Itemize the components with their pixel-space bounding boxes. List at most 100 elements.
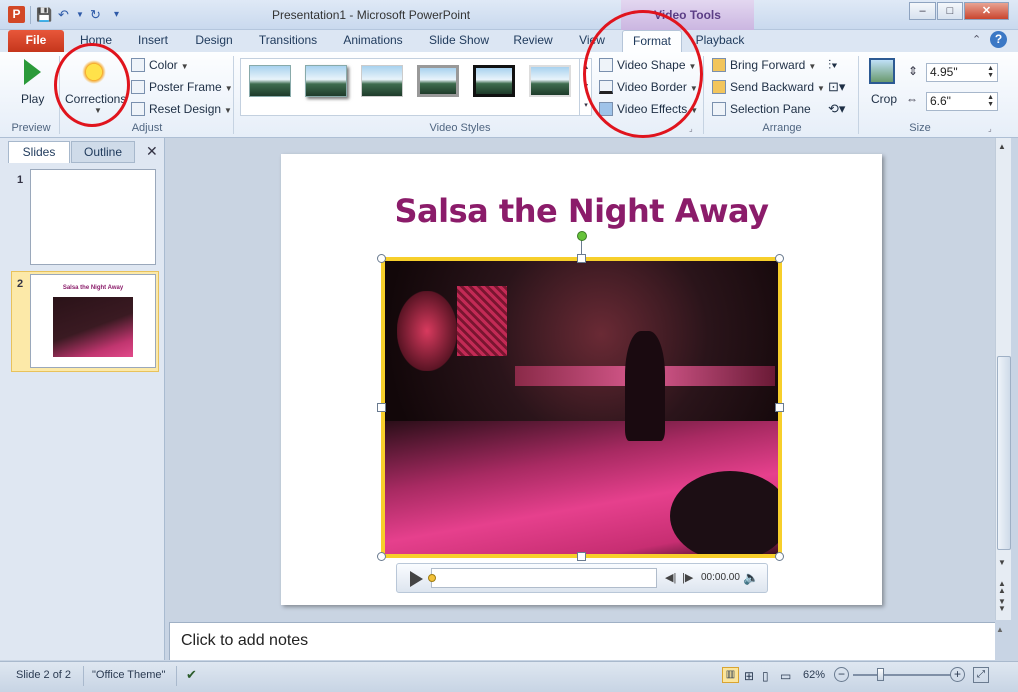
reset-design-button[interactable]: Reset Design ▼ bbox=[131, 102, 232, 116]
group-objects-icon[interactable]: ⊡▾ bbox=[828, 79, 845, 95]
undo-dropdown-icon[interactable]: ▼ bbox=[76, 7, 84, 23]
vertical-scrollbar[interactable]: ▲ ▼ ▲ ▲ ▼ ▼ bbox=[995, 138, 1011, 620]
slide-thumbnail-1[interactable] bbox=[30, 169, 156, 265]
scroll-down-icon[interactable]: ▼ bbox=[998, 558, 1006, 567]
slide-thumbnail-2[interactable]: Salsa the Night Away bbox=[30, 274, 156, 368]
zoom-out-button[interactable]: − bbox=[834, 667, 849, 682]
bring-forward-icon bbox=[712, 58, 726, 72]
restore-button[interactable]: □ bbox=[937, 2, 963, 20]
fit-to-window-icon[interactable]: ⤢ bbox=[973, 667, 989, 683]
send-backward-button[interactable]: Send Backward ▼ bbox=[712, 80, 825, 94]
resize-handle-right[interactable] bbox=[775, 403, 784, 412]
undo-icon[interactable]: ↶ bbox=[58, 7, 69, 23]
next-slide-icon[interactable]: ▼ ▼ bbox=[998, 598, 1006, 613]
rotate-icon[interactable]: ⟲▾ bbox=[828, 101, 845, 117]
customize-qat-icon[interactable]: ▾ bbox=[114, 7, 119, 23]
resize-handle-bottom[interactable] bbox=[577, 552, 586, 561]
player-step-forward-icon[interactable]: |▶ bbox=[682, 571, 693, 584]
slide-title[interactable]: Salsa the Night Away bbox=[281, 192, 882, 230]
spinner-arrows-icon[interactable]: ▲ ▼ bbox=[987, 65, 994, 79]
reset-design-label: Reset Design bbox=[149, 102, 222, 116]
resize-handle-left[interactable] bbox=[377, 403, 386, 412]
crop-icon[interactable] bbox=[869, 58, 895, 84]
height-value: 4.95" bbox=[930, 65, 958, 79]
player-scrubber-handle[interactable] bbox=[428, 574, 436, 582]
player-step-back-icon[interactable]: ◀| bbox=[665, 571, 676, 584]
tab-insert[interactable]: Insert bbox=[126, 30, 180, 52]
send-backward-icon bbox=[712, 80, 726, 94]
close-button[interactable]: ✕ bbox=[964, 2, 1009, 20]
bring-forward-button[interactable]: Bring Forward ▼ bbox=[712, 58, 816, 72]
notes-scroll-icon[interactable]: ▲ bbox=[996, 625, 1004, 634]
crop-button[interactable]: Crop bbox=[871, 92, 897, 106]
video-table bbox=[670, 471, 778, 554]
group-label-adjust: Adjust bbox=[131, 122, 163, 134]
height-input[interactable]: 4.95" ▲ ▼ bbox=[926, 63, 998, 82]
slide-sorter-icon[interactable]: ⊞ bbox=[744, 669, 754, 683]
reading-view-icon[interactable]: ▯ bbox=[762, 669, 769, 683]
minimize-ribbon-icon[interactable]: ⌃ bbox=[972, 33, 981, 46]
dropdown-icon: ▼ bbox=[224, 84, 233, 93]
notes-pane[interactable]: Click to add notes ▲ bbox=[169, 622, 1004, 660]
resize-handle-bottom-right[interactable] bbox=[775, 552, 784, 561]
dialog-launcher-icon[interactable]: ⌟ bbox=[689, 124, 693, 133]
scroll-up-icon[interactable]: ▲ bbox=[998, 142, 1006, 151]
align-icon[interactable]: ⫶▾ bbox=[828, 57, 838, 73]
resize-handle-top-left[interactable] bbox=[377, 254, 386, 263]
minimize-button[interactable]: – bbox=[909, 2, 936, 20]
width-input[interactable]: 6.6" ▲ ▼ bbox=[926, 92, 998, 111]
slide-show-icon[interactable]: ▭ bbox=[780, 669, 791, 683]
title-bar bbox=[0, 0, 1018, 30]
tab-review[interactable]: Review bbox=[504, 30, 562, 52]
zoom-level[interactable]: 62% bbox=[803, 669, 825, 681]
selection-pane-button[interactable]: Selection Pane bbox=[712, 102, 811, 116]
pane-close-icon[interactable]: ✕ bbox=[146, 143, 158, 160]
video-style-thumb-1[interactable] bbox=[249, 65, 291, 97]
video-style-thumb-2[interactable] bbox=[305, 65, 347, 97]
size-dialog-launcher-icon[interactable]: ⌟ bbox=[988, 124, 992, 133]
previous-slide-icon[interactable]: ▲ ▲ bbox=[998, 580, 1006, 595]
help-icon[interactable]: ? bbox=[990, 31, 1007, 48]
play-icon[interactable] bbox=[24, 59, 41, 85]
zoom-in-button[interactable]: + bbox=[950, 667, 965, 682]
send-backward-label: Send Backward bbox=[730, 80, 815, 94]
poster-frame-button[interactable]: Poster Frame ▼ bbox=[131, 80, 233, 94]
selection-pane-icon bbox=[712, 102, 726, 116]
zoom-slider[interactable] bbox=[853, 674, 951, 676]
scroll-thumb[interactable] bbox=[997, 356, 1011, 550]
rotation-handle[interactable] bbox=[577, 231, 587, 241]
save-icon[interactable]: 💾 bbox=[36, 7, 52, 23]
normal-view-icon[interactable]: ▥ bbox=[722, 667, 739, 683]
video-frame[interactable] bbox=[381, 257, 782, 558]
resize-handle-top[interactable] bbox=[577, 254, 586, 263]
play-button[interactable]: Play bbox=[21, 92, 44, 106]
tab-slide-show[interactable]: Slide Show bbox=[420, 30, 498, 52]
player-volume-icon[interactable]: 🔈 bbox=[743, 570, 759, 586]
player-timeline[interactable] bbox=[431, 568, 657, 588]
color-label: Color bbox=[149, 58, 178, 72]
video-style-thumb-4[interactable] bbox=[417, 65, 459, 97]
tab-animations[interactable]: Animations bbox=[334, 30, 412, 52]
spelling-check-icon[interactable]: ✔ bbox=[186, 667, 197, 683]
status-theme[interactable]: "Office Theme" bbox=[92, 669, 165, 681]
color-button[interactable]: Color ▼ bbox=[131, 58, 189, 72]
group-separator bbox=[703, 56, 704, 134]
redo-icon[interactable]: ↻ bbox=[90, 7, 101, 23]
tab-transitions[interactable]: Transitions bbox=[250, 30, 326, 52]
video-style-thumb-5[interactable] bbox=[473, 65, 515, 97]
resize-handle-bottom-left[interactable] bbox=[377, 552, 386, 561]
slide-canvas[interactable]: Salsa the Night Away ◀| |▶ 00:00.00 🔈 bbox=[281, 154, 882, 605]
spinner-arrows-icon[interactable]: ▲ ▼ bbox=[987, 94, 994, 108]
tab-file[interactable]: File bbox=[8, 30, 64, 52]
zoom-slider-thumb[interactable] bbox=[877, 668, 884, 681]
tab-slides[interactable]: Slides bbox=[8, 141, 70, 163]
video-style-thumb-3[interactable] bbox=[361, 65, 403, 97]
video-style-thumb-6[interactable] bbox=[529, 65, 571, 97]
group-separator bbox=[858, 56, 859, 134]
tab-outline[interactable]: Outline bbox=[71, 141, 135, 163]
powerpoint-app-icon[interactable]: P bbox=[8, 6, 25, 23]
tab-design[interactable]: Design bbox=[186, 30, 242, 52]
player-play-icon[interactable] bbox=[410, 571, 423, 587]
status-slide-number: Slide 2 of 2 bbox=[16, 669, 72, 681]
resize-handle-top-right[interactable] bbox=[775, 254, 784, 263]
